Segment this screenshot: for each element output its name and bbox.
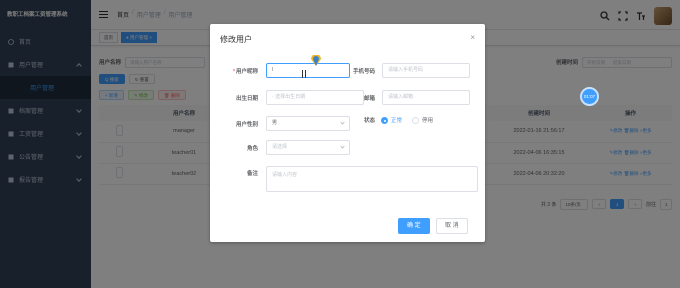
email-input[interactable]: 请输入邮箱 xyxy=(382,90,470,105)
phone-label: 手机号码 xyxy=(352,68,375,75)
dialog-title: 修改用户 xyxy=(220,35,252,44)
nickname-input[interactable]: l xyxy=(266,63,350,78)
birthdate-picker[interactable]: ▫ 选择出生日期 xyxy=(266,90,364,105)
logo-icon xyxy=(310,54,322,67)
nickname-label: *用户昵称 xyxy=(232,68,258,75)
role-select[interactable]: 请选择 xyxy=(266,140,350,155)
cancel-button[interactable]: 取 消 xyxy=(436,218,468,234)
form-item-gender: 用户性别 男 xyxy=(220,116,350,131)
close-icon[interactable]: × xyxy=(470,33,475,42)
form-item-birthdate: 出生日期 ▫ 选择出生日期 xyxy=(220,90,364,105)
form-item-email: 邮箱 请输入邮箱 xyxy=(355,90,470,105)
status-label: 状态 xyxy=(363,118,375,124)
form-item-remark: 备注 请输入内容 xyxy=(220,166,478,192)
status-radio-disabled[interactable]: 停用 xyxy=(412,116,433,124)
remark-label: 备注 xyxy=(246,171,258,177)
edit-user-dialog: 修改用户 × *用户昵称 l 手机号码 请输入手机号码 出生日期 ▫ 选择出生日… xyxy=(210,24,485,242)
role-label: 角色 xyxy=(246,145,258,152)
status-radio-normal[interactable]: 正常 xyxy=(381,116,402,124)
chevron-down-icon xyxy=(340,120,345,125)
form-item-status: 状态 正常 停用 xyxy=(355,116,443,124)
form-item-phone: 手机号码 请输入手机号码 xyxy=(345,63,470,78)
form-item-nickname: *用户昵称 l xyxy=(220,63,350,78)
email-label: 邮箱 xyxy=(363,95,375,102)
text-cursor-icon xyxy=(302,70,306,78)
chevron-down-icon xyxy=(340,144,345,149)
birthdate-label: 出生日期 xyxy=(235,95,258,102)
remark-textarea[interactable]: 请输入内容 xyxy=(266,166,478,192)
form-item-role: 角色 请选择 xyxy=(220,140,350,155)
gender-select[interactable]: 男 xyxy=(266,116,350,131)
gender-label: 用户性别 xyxy=(235,121,258,128)
status-radio-group: 正常 停用 xyxy=(381,116,443,124)
timer-badge: 01:07 xyxy=(580,87,599,106)
confirm-button[interactable]: 确 定 xyxy=(398,218,430,234)
phone-input[interactable]: 请输入手机号码 xyxy=(382,63,470,78)
